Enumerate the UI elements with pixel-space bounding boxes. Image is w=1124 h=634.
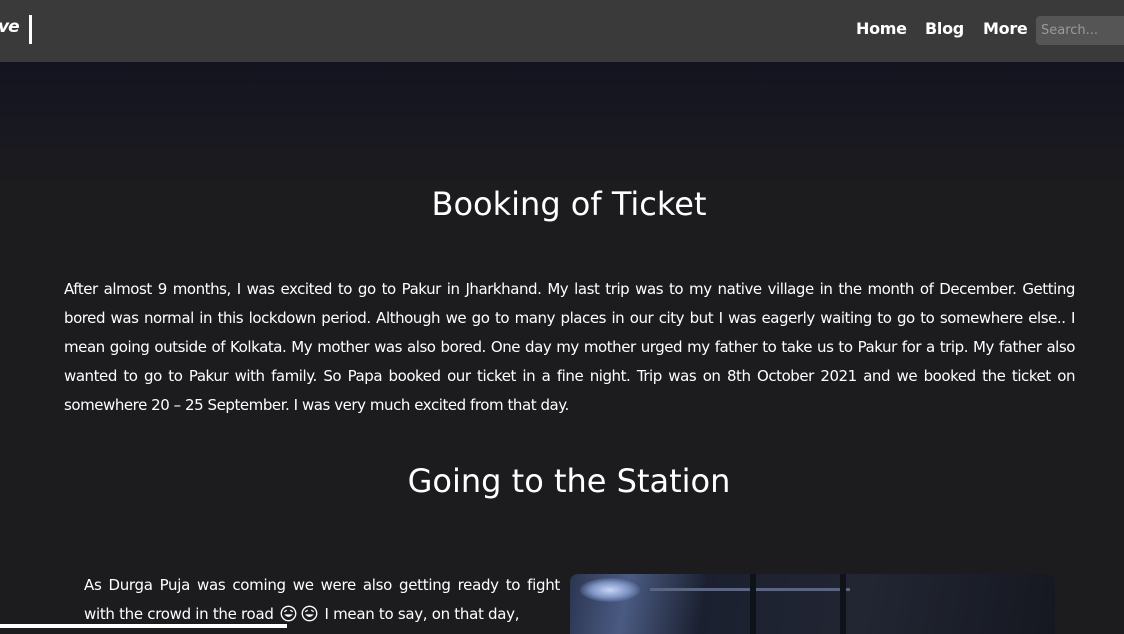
search-input[interactable] xyxy=(1036,16,1124,45)
photo-post xyxy=(750,574,756,634)
nav-blog-link[interactable]: Blog xyxy=(925,19,964,38)
nav-more-dropdown[interactable]: More xyxy=(983,19,1028,38)
page-background-gradient xyxy=(0,62,1124,192)
section-heading-booking: Booking of Ticket xyxy=(431,185,707,223)
section-paragraph-booking: After almost 9 months, I was excited to … xyxy=(64,280,1075,414)
station-photo xyxy=(570,574,1055,634)
laughing-emoji-icon xyxy=(301,605,318,622)
section-heading-station: Going to the Station xyxy=(407,462,731,500)
site-logo[interactable]: ve xyxy=(0,17,20,37)
horizontal-scrollbar[interactable] xyxy=(0,624,287,628)
paragraph-text-end: I mean to say, on that day, xyxy=(320,605,520,623)
laughing-emoji-icon xyxy=(280,605,297,622)
photo-post xyxy=(840,574,846,634)
top-navbar: ve Home Blog More xyxy=(0,0,1124,62)
nav-home-link[interactable]: Home xyxy=(856,19,907,38)
logo-divider xyxy=(29,15,32,44)
section-paragraph-station: As Durga Puja was coming we were also ge… xyxy=(84,571,560,629)
photo-light-glow xyxy=(580,578,640,602)
